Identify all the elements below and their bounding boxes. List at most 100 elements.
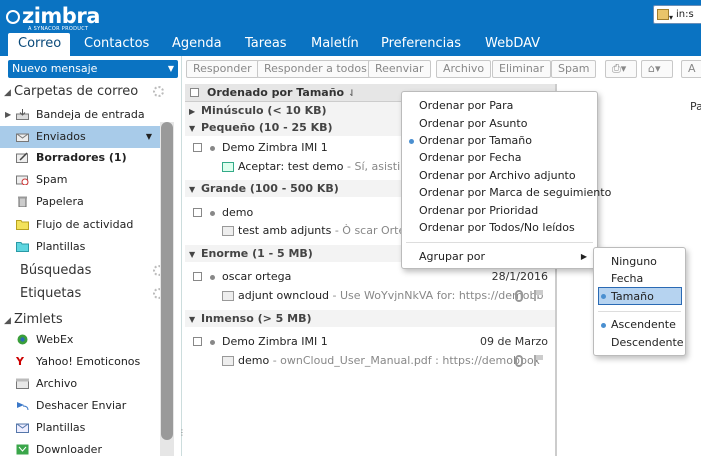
tab-contactos[interactable]: Contactos	[74, 33, 159, 56]
read-status-dot[interactable]	[210, 211, 215, 216]
menu-item-sort-read[interactable]: Ordenar por Todos/No leídos	[402, 219, 597, 237]
tab-maletin[interactable]: Maletín	[301, 33, 369, 56]
sidebar-item-label: Flujo de actividad	[36, 218, 134, 231]
new-message-label: Nuevo mensaje	[12, 62, 98, 75]
read-status-dot[interactable]	[210, 275, 215, 280]
tab-tareas[interactable]: Tareas	[235, 33, 297, 56]
zimlet-undo-send[interactable]: Deshacer Enviar	[0, 395, 160, 417]
submenu-arrow-icon: ▶	[580, 252, 587, 261]
yahoo-icon: Y	[16, 355, 24, 368]
gear-icon[interactable]	[153, 86, 164, 97]
searches-header[interactable]: Búsquedas	[0, 261, 164, 281]
message-checkbox[interactable]	[193, 272, 202, 281]
collapse-icon[interactable]: ▼	[189, 246, 201, 263]
zimlet-downloader[interactable]: Downloader	[0, 439, 160, 461]
menu-item-group-none[interactable]: Ninguno	[594, 253, 685, 271]
message-row[interactable]: oscar ortega 28/1/2016	[185, 267, 555, 287]
flag-icon[interactable]	[534, 290, 543, 301]
archive-button[interactable]: Archivo	[436, 60, 492, 78]
message-date: 09 de Marzo	[480, 335, 548, 348]
zimlets-header[interactable]: ◢ Zimlets	[0, 310, 160, 330]
menu-item-sort-attachment[interactable]: Ordenar por Archivo adjunto	[402, 167, 597, 185]
expand-icon[interactable]: ▶	[189, 103, 201, 120]
collapse-icon[interactable]: ▼	[189, 120, 201, 137]
print-menu-button[interactable]: ⎙▾	[605, 60, 637, 78]
group-header-immense[interactable]: ▼ Inmenso (> 5 MB)	[185, 310, 555, 327]
message-subject-row[interactable]: demo - ownCloud_User_Manual.pdf : https:…	[185, 351, 555, 371]
delete-button[interactable]: Eliminar	[492, 60, 552, 78]
sidebar-item-inbox[interactable]: ▶ Bandeja de entrada	[0, 104, 160, 126]
tag-menu-button[interactable]: ⌂▾	[641, 60, 673, 78]
menu-item-sort-priority[interactable]: Ordenar por Prioridad	[402, 202, 597, 220]
message-checkbox[interactable]	[193, 143, 202, 152]
menu-item-sort-to[interactable]: Ordenar por Para	[402, 97, 597, 115]
message-from: Demo Zimbra IMI 1	[222, 335, 328, 348]
message-subject: Aceptar: test demo	[238, 160, 344, 173]
collapse-icon[interactable]: ▼	[189, 181, 201, 198]
menu-separator	[598, 311, 681, 312]
message-fragment: - ownCloud_User_Manual.pdf : https://dem…	[269, 354, 540, 367]
sidebar-item-sent[interactable]: Enviados ▼	[0, 126, 160, 148]
splitter-handle[interactable]: ⋮	[178, 428, 186, 440]
downloader-icon	[16, 444, 29, 455]
reply-all-button[interactable]: Responder a todos	[257, 60, 374, 78]
calendar-reply-icon	[222, 162, 234, 172]
expand-icon[interactable]: ▶	[5, 104, 11, 126]
sidebar-scrollbar[interactable]	[160, 122, 174, 456]
sidebar-item-spam[interactable]: Spam	[0, 169, 160, 191]
select-all-checkbox[interactable]	[190, 88, 199, 97]
zimlet-yahoo-emoticons[interactable]: Y Yahoo! Emoticonos	[0, 351, 160, 373]
zimlet-webex[interactable]: WebEx	[0, 329, 160, 351]
tab-preferencias[interactable]: Preferencias	[371, 33, 471, 56]
tab-agenda[interactable]: Agenda	[162, 33, 232, 56]
tags-title: Etiquetas	[20, 286, 82, 301]
read-status-dot[interactable]	[210, 146, 215, 151]
menu-item-ascending[interactable]: Ascendente	[594, 316, 685, 334]
spam-button[interactable]: Spam	[551, 60, 597, 78]
zimbra-logo[interactable]: zimbra A SYNACOR PRODUCT	[6, 4, 100, 32]
collapse-icon[interactable]: ◢	[0, 311, 14, 331]
actions-menu-button[interactable]: A	[681, 60, 701, 78]
reply-button[interactable]: Responder	[186, 60, 259, 78]
message-checkbox[interactable]	[193, 337, 202, 346]
tags-header[interactable]: Etiquetas	[0, 284, 164, 304]
sort-header-label[interactable]: Ordenado por Tamaño	[207, 86, 344, 99]
tab-correo[interactable]: Correo	[8, 33, 70, 56]
sidebar-item-label: Archivo	[36, 377, 78, 390]
sidebar-item-label: Plantillas	[36, 240, 86, 253]
tab-webdav[interactable]: WebDAV	[475, 33, 550, 56]
zimlet-archive[interactable]: Archivo	[0, 373, 160, 395]
sidebar-item-trash[interactable]: Papelera	[0, 191, 160, 213]
mail-folders-header[interactable]: ◢ Carpetas de correo	[0, 82, 164, 103]
sidebar-item-activity-stream[interactable]: Flujo de actividad	[0, 214, 160, 236]
menu-item-group-size[interactable]: Tamaño	[598, 287, 682, 305]
message-checkbox[interactable]	[193, 208, 202, 217]
folder-scope-icon	[657, 9, 669, 20]
menu-item-group-date[interactable]: Fecha	[594, 270, 685, 288]
menu-item-label: Ordenar por Tamaño	[419, 134, 532, 147]
search-scope-selector[interactable]: ▾ in:s	[653, 5, 701, 24]
collapse-icon[interactable]: ▼	[189, 311, 201, 328]
chevron-down-icon[interactable]: ▼	[146, 126, 152, 148]
read-status-dot[interactable]	[210, 340, 215, 345]
sidebar-item-drafts[interactable]: Borradores (1)	[0, 147, 160, 169]
chevron-down-icon[interactable]: ▼	[168, 60, 174, 77]
sort-direction-icon[interactable]: ⇃	[348, 89, 356, 99]
message-row[interactable]: Demo Zimbra IMI 1 09 de Marzo	[185, 332, 555, 352]
forward-button[interactable]: Reenviar	[368, 60, 431, 78]
sidebar-item-label: Enviados	[36, 130, 86, 143]
new-message-button[interactable]: Nuevo mensaje ▼	[8, 60, 178, 78]
undo-send-icon	[17, 402, 29, 411]
collapse-icon[interactable]: ◢	[0, 83, 14, 103]
menu-item-sort-date[interactable]: Ordenar por Fecha	[402, 149, 597, 167]
flag-icon[interactable]	[534, 355, 543, 366]
menu-item-sort-subject[interactable]: Ordenar por Asunto	[402, 115, 597, 133]
zimlet-templates[interactable]: Plantillas	[0, 417, 160, 439]
menu-item-descending[interactable]: Descendente	[594, 334, 685, 352]
menu-item-sort-size[interactable]: Ordenar por Tamaño	[402, 132, 597, 150]
menu-item-group-by[interactable]: Agrupar por ▶	[402, 248, 597, 266]
message-subject-row[interactable]: adjunt owncloud - Use WoYvjnNkVA for: ht…	[185, 286, 555, 306]
sidebar-scrollbar-thumb[interactable]	[161, 122, 173, 440]
menu-item-sort-flag[interactable]: Ordenar por Marca de seguimiento	[402, 184, 611, 202]
sidebar-item-templates-folder[interactable]: Plantillas	[0, 236, 160, 258]
